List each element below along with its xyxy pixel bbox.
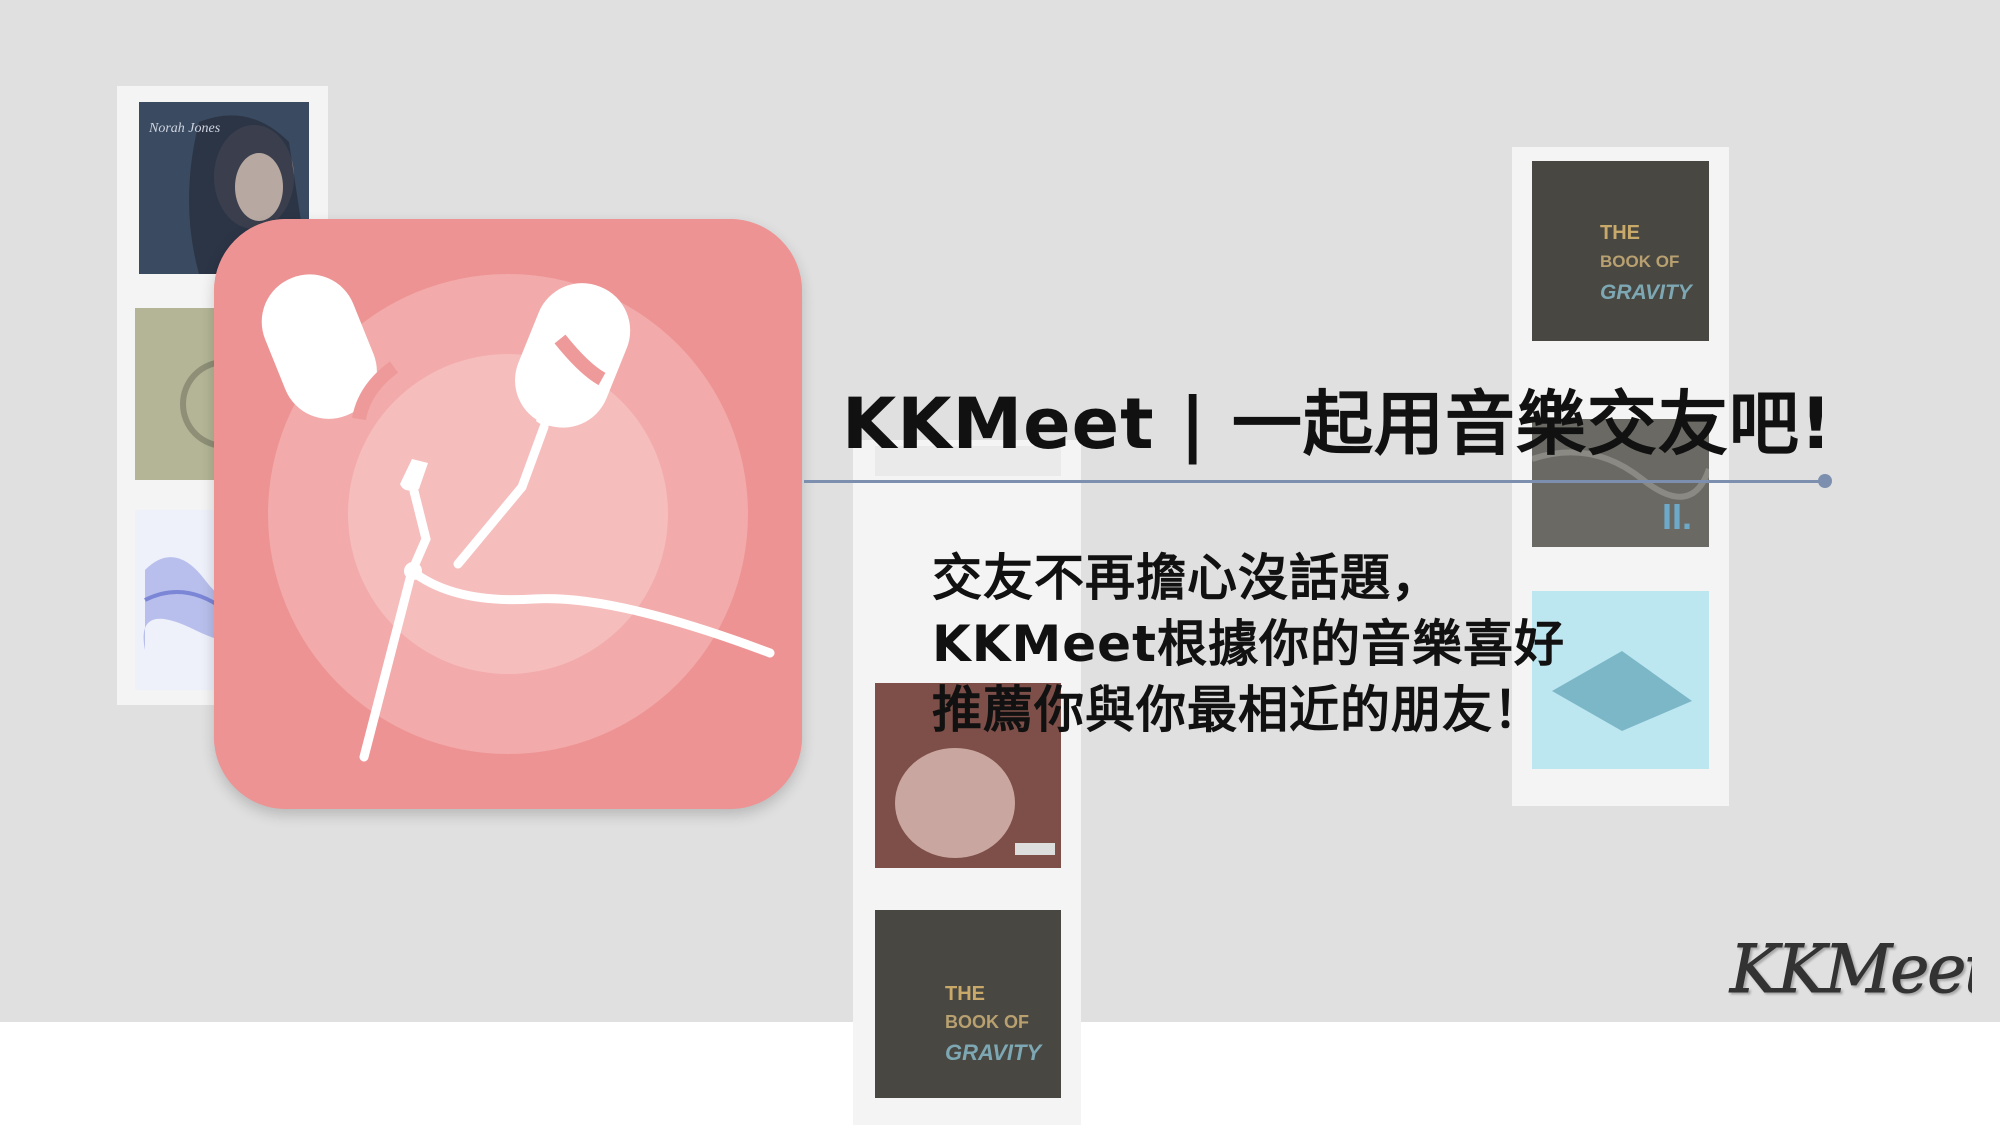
album-cover-book-of-us-bottom: THE BOOK OF GRAVITY (875, 910, 1061, 1098)
svg-text:THE: THE (945, 983, 985, 1005)
svg-text:THE: THE (1600, 222, 1640, 244)
svg-text:BOOK OF: BOOK OF (1600, 252, 1679, 271)
tagline: 交友不再擔心沒話題， KKMeet根據你的音樂喜好 推薦你與你最相近的朋友！ (932, 545, 1565, 743)
svg-text:GRAVITY: GRAVITY (1600, 281, 1694, 304)
logo-text: KKMeet (1729, 931, 1972, 1008)
svg-text:II.: II. (1662, 496, 1692, 537)
kkmeet-logo: KKMeet (1722, 910, 1973, 1010)
divider-end-dot (1818, 474, 1832, 488)
tagline-line-3: 推薦你與你最相近的朋友！ (932, 681, 1544, 739)
album-strip-middle: THE BOOK OF GRAVITY (853, 440, 1081, 1125)
headline-title: KKMeet | 一起用音樂交友吧! (842, 383, 1833, 465)
kkmeet-app-icon (214, 219, 802, 809)
headline-divider (804, 480, 1826, 483)
earphones-icon (214, 219, 802, 809)
tagline-line-1: 交友不再擔心沒話題， (932, 549, 1442, 607)
album-cover-book-of-us-top: THE BOOK OF GRAVITY (1532, 161, 1709, 341)
svg-text:BOOK OF: BOOK OF (945, 1012, 1029, 1032)
svg-text:GRAVITY: GRAVITY (945, 1040, 1043, 1065)
tagline-line-2: KKMeet根據你的音樂喜好 (932, 615, 1565, 673)
norah-jones-text: Norah Jones (148, 121, 221, 136)
